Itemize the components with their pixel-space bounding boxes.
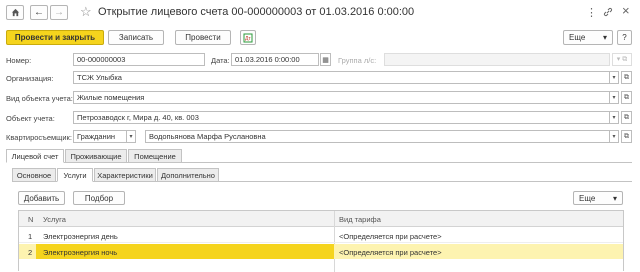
- add-button[interactable]: Добавить: [18, 191, 65, 205]
- tab-premises[interactable]: Помещение: [128, 149, 182, 163]
- tenant-open-icon[interactable]: ⧉: [621, 130, 632, 143]
- toolbar-more-label: Еще: [569, 33, 586, 42]
- tenant-type-dropdown-icon[interactable]: ▾: [127, 130, 136, 143]
- toolbar-more-button[interactable]: Еще ▾: [563, 30, 613, 45]
- group-open-icon[interactable]: ▾ ⧉: [612, 53, 632, 66]
- tenant-label: Квартиросъемщик:: [6, 133, 72, 142]
- tab-account[interactable]: Лицевой счет: [6, 149, 64, 163]
- save-button[interactable]: Записать: [108, 30, 164, 45]
- svg-text:Дт: Дт: [245, 36, 251, 42]
- post-and-close-button[interactable]: Провести и закрыть: [6, 30, 104, 45]
- back-button[interactable]: ←: [30, 5, 48, 20]
- object-kind-label: Вид объекта учета:: [6, 94, 73, 103]
- favorite-star-icon[interactable]: ☆: [80, 4, 92, 20]
- column-header-tariff[interactable]: Вид тарифа: [339, 215, 381, 224]
- services-table: N Услуга Вид тарифа 1 Электроэнергия ден…: [18, 210, 624, 272]
- tenant-field[interactable]: Водопьянова Марфа Руслановна: [145, 130, 610, 143]
- calendar-icon[interactable]: ▦: [320, 53, 331, 66]
- tab-services[interactable]: Услуги: [57, 168, 93, 182]
- tab-additional[interactable]: Дополнительно: [157, 168, 219, 182]
- services-more-label: Еще: [579, 193, 596, 203]
- row-service: Электроэнергия день: [43, 232, 118, 241]
- column-header-service[interactable]: Услуга: [43, 215, 66, 224]
- organization-open-icon[interactable]: ⧉: [621, 71, 632, 84]
- close-icon[interactable]: ×: [622, 3, 630, 18]
- row-number: 2: [28, 248, 33, 257]
- forward-button[interactable]: →: [50, 5, 68, 20]
- print-button[interactable]: Дт: [240, 30, 256, 45]
- pick-button[interactable]: Подбор: [73, 191, 125, 205]
- debit-credit-icon: Дт: [243, 33, 253, 42]
- chevron-down-icon: ▾: [602, 33, 607, 42]
- services-more-button[interactable]: Еще ▾: [573, 191, 623, 205]
- table-row-selected[interactable]: 2 Электроэнергия ночь <Определяется при …: [19, 244, 623, 259]
- organization-label: Организация:: [6, 74, 54, 83]
- table-header: [19, 211, 623, 227]
- tab-residents[interactable]: Проживающие: [65, 149, 127, 163]
- organization-dropdown-icon[interactable]: ▾: [610, 71, 619, 84]
- tenant-dropdown-icon[interactable]: ▾: [610, 130, 619, 143]
- organization-field[interactable]: ТСЖ Улыбка: [73, 71, 610, 84]
- home-icon: [11, 8, 19, 17]
- link-icon[interactable]: [603, 7, 613, 19]
- column-header-n[interactable]: N: [28, 215, 33, 224]
- object-field[interactable]: Петрозаводск г, Мира д. 40, кв. 003: [73, 111, 610, 124]
- number-label: Номер:: [6, 56, 32, 65]
- object-kind-open-icon[interactable]: ⧉: [621, 91, 632, 104]
- row-number: 1: [28, 232, 33, 241]
- date-field[interactable]: 01.03.2016 0:00:00: [231, 53, 319, 66]
- tab-characteristics[interactable]: Характеристики: [94, 168, 156, 182]
- post-button[interactable]: Провести: [175, 30, 231, 45]
- object-dropdown-icon[interactable]: ▾: [610, 111, 619, 124]
- row-tariff: <Определяется при расчете>: [339, 232, 442, 241]
- date-label: Дата:: [211, 56, 230, 65]
- tab-main[interactable]: Основное: [12, 168, 56, 182]
- row-service: Электроэнергия ночь: [43, 248, 118, 257]
- object-open-icon[interactable]: ⧉: [621, 111, 632, 124]
- window-title: Открытие лицевого счета 00-000000003 от …: [98, 6, 415, 18]
- number-field[interactable]: 00-000000003: [73, 53, 205, 66]
- home-button[interactable]: [6, 5, 24, 20]
- group-field[interactable]: [384, 53, 610, 66]
- tenant-type-field[interactable]: Гражданин: [73, 130, 127, 143]
- group-label: Группа л/с:: [338, 56, 377, 65]
- object-kind-dropdown-icon[interactable]: ▾: [610, 91, 619, 104]
- row-tariff: <Определяется при расчете>: [339, 248, 442, 257]
- object-kind-field[interactable]: Жилые помещения: [73, 91, 610, 104]
- chevron-down-icon: ▾: [612, 193, 617, 203]
- table-row[interactable]: 1 Электроэнергия день <Определяется при …: [19, 228, 623, 243]
- object-label: Объект учета:: [6, 114, 55, 123]
- help-button[interactable]: ?: [617, 30, 632, 45]
- more-icon[interactable]: ⋮: [586, 6, 597, 19]
